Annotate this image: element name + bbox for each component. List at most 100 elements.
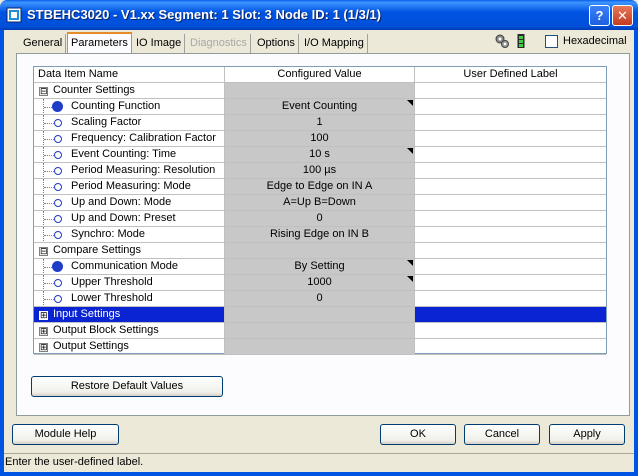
name-cell[interactable]: ⊟ Counter Settings (34, 83, 225, 99)
name-cell[interactable]: Period Measuring: Resolution (34, 163, 225, 179)
name-cell[interactable]: Period Measuring: Mode (34, 179, 225, 195)
ok-button[interactable]: OK (380, 424, 456, 445)
configured-value: Event Counting (281, 100, 358, 112)
column-header-name[interactable]: Data Item Name (34, 67, 225, 83)
expand-icon[interactable]: ⊞ (39, 343, 48, 352)
cancel-button[interactable]: Cancel (464, 424, 540, 445)
name-cell[interactable]: ⊞ Output Block Settings (34, 323, 225, 339)
user-label-cell[interactable] (415, 147, 606, 163)
parameter-row[interactable]: Upper Threshold 1000 (34, 275, 606, 291)
user-label-cell[interactable] (415, 131, 606, 147)
user-label-cell[interactable] (415, 291, 606, 307)
group-row[interactable]: ⊟ Compare Settings (34, 243, 606, 259)
parameter-row[interactable]: Synchro: Mode Rising Edge on IN B (34, 227, 606, 243)
dropdown-corner-icon[interactable] (407, 260, 413, 266)
name-cell[interactable]: ⊞ Input Settings (34, 307, 225, 323)
tab-io-mapping[interactable]: I/O Mapping (301, 34, 368, 54)
configured-value-cell[interactable]: 0 (225, 291, 415, 307)
configured-value-cell[interactable]: 1000 (225, 275, 415, 291)
parameter-row[interactable]: Counting Function Event Counting (34, 99, 606, 115)
group-row[interactable]: ⊞ Output Block Settings (34, 323, 606, 339)
restore-defaults-button[interactable]: Restore Default Values (31, 376, 223, 397)
close-button[interactable]: ✕ (612, 5, 633, 26)
user-label-cell[interactable] (415, 83, 606, 99)
parameter-row[interactable]: Frequency: Calibration Factor 100 (34, 131, 606, 147)
group-row[interactable]: ⊞ Input Settings (34, 307, 606, 323)
configured-value-cell[interactable] (225, 323, 415, 339)
dropdown-corner-icon[interactable] (407, 276, 413, 282)
configured-value-cell[interactable] (225, 339, 415, 355)
column-header-user-label[interactable]: User Defined Label (415, 67, 606, 83)
user-label-cell[interactable] (415, 339, 606, 355)
tab-general[interactable]: General (20, 34, 67, 54)
column-header-configured-value[interactable]: Configured Value (225, 67, 415, 83)
collapse-icon[interactable]: ⊟ (39, 247, 48, 256)
expand-icon[interactable]: ⊞ (39, 311, 48, 320)
user-label-cell[interactable] (415, 323, 606, 339)
dropdown-corner-icon[interactable] (407, 100, 413, 106)
name-cell[interactable]: Up and Down: Mode (34, 195, 225, 211)
configured-value-cell[interactable]: 0 (225, 211, 415, 227)
user-label-cell[interactable] (415, 307, 606, 323)
name-cell[interactable]: Up and Down: Preset (34, 211, 225, 227)
parameter-name: Synchro: Mode (71, 228, 145, 240)
tab-parameters[interactable]: Parameters (67, 32, 132, 54)
configured-value-cell[interactable]: 1 (225, 115, 415, 131)
configured-value-cell[interactable]: A=Up B=Down (225, 195, 415, 211)
configured-value-cell[interactable]: Event Counting (225, 99, 415, 115)
collapse-icon[interactable]: ⊟ (39, 87, 48, 96)
parameter-row[interactable]: Up and Down: Preset 0 (34, 211, 606, 227)
user-label-cell[interactable] (415, 227, 606, 243)
configured-value: 1000 (307, 276, 332, 288)
parameter-row[interactable]: Period Measuring: Resolution 100 µs (34, 163, 606, 179)
expand-icon[interactable]: ⊞ (39, 327, 48, 336)
configured-value-cell[interactable] (225, 243, 415, 259)
user-label-cell[interactable] (415, 275, 606, 291)
help-title-button[interactable]: ? (589, 5, 610, 26)
dropdown-corner-icon[interactable] (407, 148, 413, 154)
configured-value: Edge to Edge on IN A (266, 180, 373, 192)
name-cell[interactable]: Synchro: Mode (34, 227, 225, 243)
name-cell[interactable]: Scaling Factor (34, 115, 225, 131)
name-cell[interactable]: Frequency: Calibration Factor (34, 131, 225, 147)
tab-io-image[interactable]: IO Image (133, 34, 186, 54)
configured-value-cell[interactable] (225, 307, 415, 323)
parameter-row[interactable]: Event Counting: Time 10 s (34, 147, 606, 163)
user-label-cell[interactable] (415, 163, 606, 179)
configured-value-cell[interactable]: Rising Edge on IN B (225, 227, 415, 243)
user-label-cell[interactable] (415, 99, 606, 115)
group-row[interactable]: ⊞ Output Settings (34, 339, 606, 355)
configured-value-cell[interactable]: Edge to Edge on IN A (225, 179, 415, 195)
name-cell[interactable]: ⊟ Compare Settings (34, 243, 225, 259)
user-label-cell[interactable] (415, 243, 606, 259)
configured-value-cell[interactable]: 100 µs (225, 163, 415, 179)
parameter-row[interactable]: Up and Down: Mode A=Up B=Down (34, 195, 606, 211)
name-cell[interactable]: Counting Function (34, 99, 225, 115)
user-label-cell[interactable] (415, 115, 606, 131)
parameter-row[interactable]: Communication Mode By Setting (34, 259, 606, 275)
apply-button[interactable]: Apply (549, 424, 625, 445)
group-row[interactable]: ⊟ Counter Settings (34, 83, 606, 99)
configured-value-cell[interactable]: By Setting (225, 259, 415, 275)
tab-diagnostics: Diagnostics (187, 34, 251, 54)
module-help-button[interactable]: Module Help (12, 424, 119, 445)
configured-value-cell[interactable]: 100 (225, 131, 415, 147)
name-cell[interactable]: Event Counting: Time (34, 147, 225, 163)
user-label-cell[interactable] (415, 195, 606, 211)
configured-value-cell[interactable] (225, 83, 415, 99)
user-label-cell[interactable] (415, 211, 606, 227)
parameter-row[interactable]: Scaling Factor 1 (34, 115, 606, 131)
hexadecimal-checkbox[interactable] (545, 35, 558, 48)
gear-icon[interactable] (494, 33, 510, 49)
parameter-row[interactable]: Lower Threshold 0 (34, 291, 606, 307)
name-cell[interactable]: Lower Threshold (34, 291, 225, 307)
configured-value-cell[interactable]: 10 s (225, 147, 415, 163)
user-label-cell[interactable] (415, 259, 606, 275)
name-cell[interactable]: Upper Threshold (34, 275, 225, 291)
name-cell[interactable]: Communication Mode (34, 259, 225, 275)
tab-options[interactable]: Options (254, 34, 299, 54)
user-label-cell[interactable] (415, 179, 606, 195)
hollow-bullet-icon (54, 183, 62, 191)
parameter-row[interactable]: Period Measuring: Mode Edge to Edge on IN… (34, 179, 606, 195)
name-cell[interactable]: ⊞ Output Settings (34, 339, 225, 355)
